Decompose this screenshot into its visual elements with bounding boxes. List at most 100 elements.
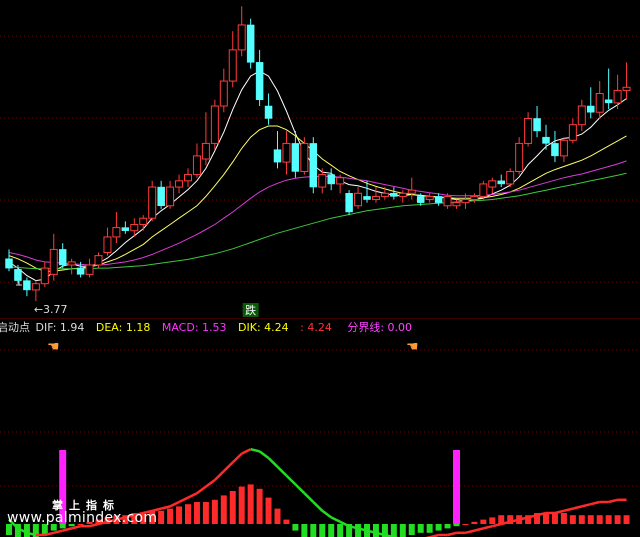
macd-histogram-bar bbox=[211, 499, 218, 524]
dif-line-segment bbox=[608, 498, 618, 504]
candle-up bbox=[559, 137, 568, 163]
dif-line-segment bbox=[492, 522, 502, 528]
dif-line-segment bbox=[285, 474, 297, 486]
candle-body bbox=[345, 193, 353, 213]
candle-body bbox=[577, 105, 586, 126]
watermark-url: www.palmindex.com bbox=[7, 510, 158, 526]
macd-histogram-bar bbox=[462, 524, 469, 525]
dif-line-segment bbox=[563, 507, 574, 513]
candle-body bbox=[336, 177, 345, 185]
candle-body bbox=[112, 227, 121, 238]
candle-body bbox=[524, 117, 533, 144]
candle-body bbox=[175, 180, 184, 188]
candle-body bbox=[568, 124, 577, 141]
candle-body bbox=[282, 142, 291, 163]
candle-body bbox=[121, 227, 130, 231]
macd-histogram-bar bbox=[417, 524, 424, 533]
macd-histogram-bar bbox=[301, 524, 308, 537]
candle-body bbox=[461, 199, 470, 204]
ma-line-yellow bbox=[8, 125, 627, 272]
macd-histogram-bar bbox=[489, 517, 496, 524]
stock-chart: ←3.77 跌 bbox=[0, 6, 640, 537]
candle-body bbox=[273, 149, 282, 163]
dif-line-segment bbox=[178, 496, 189, 504]
candle-up bbox=[452, 199, 461, 209]
candle-down bbox=[273, 130, 282, 169]
candle-body bbox=[14, 269, 22, 281]
macd-histogram-bar bbox=[310, 524, 317, 537]
dif-line-segment bbox=[474, 527, 484, 532]
candle-up bbox=[112, 212, 121, 244]
macd-histogram-bar bbox=[256, 488, 263, 524]
candle-body bbox=[398, 192, 407, 197]
candle-down bbox=[390, 187, 398, 200]
candle-body bbox=[23, 280, 31, 291]
candle-body bbox=[201, 142, 210, 160]
macd-histogram-bar bbox=[444, 524, 451, 529]
start-point-label: 启动点 bbox=[0, 321, 30, 334]
macd-histogram-bar bbox=[247, 484, 254, 524]
candle-body bbox=[497, 180, 505, 185]
candle-body bbox=[479, 183, 488, 197]
candle-up bbox=[219, 68, 228, 113]
candle-up bbox=[192, 143, 201, 178]
macd-histogram-bar bbox=[355, 524, 362, 537]
macd-histogram-bar bbox=[399, 524, 406, 537]
candle-down bbox=[604, 68, 613, 110]
dif-line-segment bbox=[465, 529, 475, 535]
candle-up bbox=[49, 233, 58, 281]
candle-body bbox=[237, 24, 246, 51]
candle-up bbox=[85, 258, 94, 278]
candle-up bbox=[398, 190, 407, 203]
candle-up bbox=[515, 137, 524, 175]
candle-body bbox=[587, 105, 595, 113]
candle-up bbox=[488, 177, 497, 194]
dif-line-segment bbox=[160, 505, 171, 510]
candle-body bbox=[219, 80, 228, 107]
macd-histogram-bar bbox=[167, 508, 174, 524]
low-price-label: ←3.77 bbox=[34, 303, 68, 316]
candle-down bbox=[533, 106, 541, 138]
dif-line-segment bbox=[205, 478, 216, 488]
macd-histogram-bar bbox=[426, 524, 433, 533]
candle-down bbox=[345, 190, 353, 216]
candle-body bbox=[380, 192, 389, 197]
candle-body bbox=[228, 49, 237, 82]
candle-body bbox=[148, 186, 157, 219]
candle-up bbox=[201, 112, 210, 166]
dif-line-segment bbox=[294, 483, 306, 495]
candle-body bbox=[318, 174, 327, 188]
candle-up bbox=[613, 74, 622, 110]
candle-body bbox=[31, 283, 40, 291]
macd-histogram-bar bbox=[480, 519, 487, 524]
candle-up bbox=[354, 187, 363, 209]
candle-body bbox=[184, 174, 192, 182]
dif-line-segment bbox=[213, 470, 225, 481]
candle-body bbox=[452, 202, 461, 207]
candle-body bbox=[94, 255, 103, 266]
candle-body bbox=[515, 142, 524, 172]
macd-histogram-bar bbox=[471, 521, 478, 524]
macd-histogram-bar bbox=[202, 502, 209, 524]
candle-up bbox=[425, 193, 434, 203]
dik-value2-label: : 4.24 bbox=[300, 321, 332, 334]
dif-line-segment bbox=[276, 465, 288, 477]
candle-up bbox=[506, 168, 515, 188]
candle-down bbox=[246, 18, 255, 69]
macd-histogram-bar bbox=[578, 515, 585, 524]
macd-histogram-bar bbox=[605, 515, 612, 524]
candle-up bbox=[282, 130, 291, 175]
macd-histogram-bar bbox=[390, 524, 397, 537]
candle-body bbox=[309, 143, 318, 188]
candle-body bbox=[40, 267, 49, 285]
candle-body bbox=[425, 195, 434, 201]
fall-badge-label: 跌 bbox=[245, 303, 256, 317]
dif-line-segment bbox=[169, 500, 180, 508]
candle-body bbox=[246, 24, 255, 63]
candle-body bbox=[604, 99, 613, 104]
candle-down bbox=[551, 130, 559, 163]
candle-body bbox=[166, 186, 175, 207]
candle-down bbox=[309, 137, 318, 194]
candle-body bbox=[443, 195, 452, 207]
start-signal-bar bbox=[453, 450, 460, 524]
